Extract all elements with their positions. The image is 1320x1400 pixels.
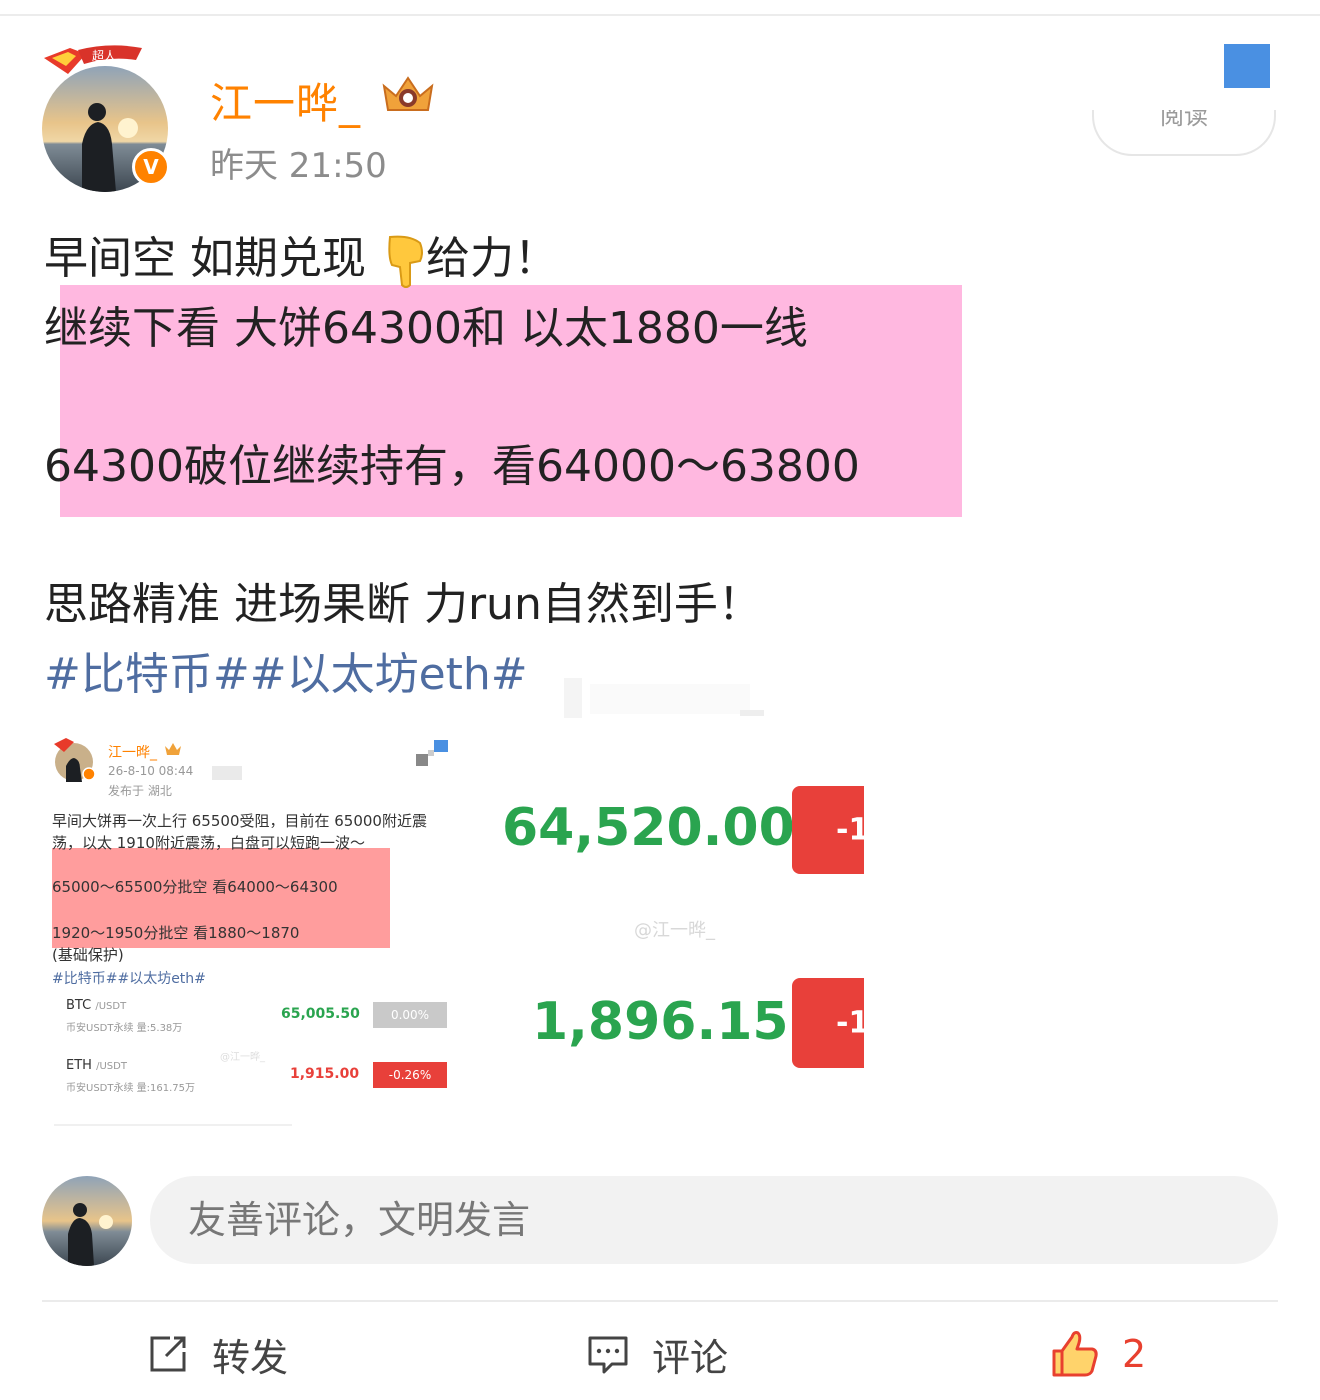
btc-symbol: BTC /USDT — [66, 998, 126, 1013]
repost-icon — [150, 1336, 186, 1372]
btc-sub: 币安USDT永续 量:5.38万 — [66, 1023, 183, 1034]
comment-icon — [588, 1336, 628, 1374]
post-line-3: 64300破位继续持有，看64000～63800 — [44, 441, 860, 492]
eth-change: -0.26% — [373, 1062, 447, 1088]
embedded-author: 江一晔_ — [108, 745, 157, 761]
comment-button[interactable]: 评论 — [586, 1324, 728, 1384]
post-line-1-tail: 给力！ — [425, 233, 558, 284]
eth-big-price: 1,896.15 — [532, 992, 789, 1052]
embedded-divider — [54, 1124, 292, 1126]
embedded-blur — [212, 766, 242, 780]
top-divider — [0, 14, 1320, 16]
like-count: 2 — [1122, 1332, 1147, 1376]
embedded-screenshot[interactable]: 江一晔_ 26-8-10 08:44 发布于 湖北 早间大饼再一次上行 6550… — [40, 726, 864, 1136]
eth-red-text: -1 — [836, 1005, 864, 1041]
embedded-crown-icon — [165, 743, 181, 755]
eth-symbol: ETH /USDT — [66, 1058, 127, 1073]
btc-quote: /USDT — [95, 1001, 127, 1012]
eth-red-block: -1 — [792, 978, 864, 1068]
embedded-location: 发布于 湖北 — [108, 784, 172, 798]
like-button[interactable]: 2 — [1050, 1324, 1146, 1384]
read-label: 阅读 — [1160, 110, 1208, 130]
crown-icon — [382, 76, 434, 111]
my-avatar[interactable] — [42, 1176, 132, 1266]
embedded-text-4: 1920～1950分批空 看1880～1870 — [52, 924, 300, 942]
eth-quote: /USDT — [96, 1061, 127, 1072]
post-time: 昨天 21:50 — [210, 146, 387, 186]
post-line-1: 早间空 如期兑现 给力！ — [44, 222, 558, 289]
verified-badge-icon: V — [132, 148, 170, 186]
post-line-2: 继续下看 大饼64300和 以太1880一线 — [44, 303, 808, 354]
corner-blue-marker — [1224, 44, 1270, 88]
pointing-down-hand-icon — [388, 235, 423, 288]
center-watermark: @江一晔_ — [634, 920, 715, 941]
superman-badge-icon: 超人 — [44, 45, 142, 74]
faint-artifact — [564, 678, 764, 718]
btc-symbol-text: BTC — [66, 998, 92, 1013]
btc-change: 0.00% — [373, 1002, 447, 1028]
embedded-text-3: 65000～65500分批空 看64000～64300 — [52, 878, 338, 896]
eth-sub: 币安USDT永续 量:161.75万 — [66, 1083, 196, 1094]
embedded-corner-icon — [416, 740, 448, 766]
eth-price: 1,915.00 — [290, 1066, 360, 1082]
comment-input[interactable] — [150, 1176, 1278, 1264]
repost-button[interactable]: 转发 — [146, 1324, 288, 1384]
author-name[interactable]: 江一晔_ — [210, 70, 361, 131]
embedded-text-1: 早间大饼再一次上行 65500受阻，目前在 65000附近震 — [52, 812, 427, 830]
embedded-small-watermark: @江一晔_ — [220, 1052, 265, 1063]
btc-red-block: -1 — [792, 786, 864, 874]
author-avatar-group[interactable]: 超人 V — [40, 44, 172, 192]
comment-label: 评论 — [652, 1335, 729, 1380]
actions-divider — [42, 1300, 1278, 1302]
embedded-avatar — [54, 738, 96, 782]
post-line-1-text: 早间空 如期兑现 — [44, 233, 380, 284]
embedded-hashtags: #比特币##以太坊eth# — [52, 971, 206, 987]
post-line-4: 思路精准 进场果断 力run自然到手！ — [44, 579, 762, 630]
embedded-text-2: 荡，以太 1910附近震荡，白盘可以短跑一波～ — [52, 834, 365, 852]
thumbs-up-icon — [1052, 1331, 1098, 1377]
post-hashtags[interactable]: #比特币##以太坊eth# — [44, 638, 528, 702]
btc-big-price: 64,520.00 — [502, 798, 795, 858]
embedded-text-5: (基础保护) — [52, 946, 124, 964]
embedded-time: 26-8-10 08:44 — [108, 764, 194, 778]
repost-label: 转发 — [212, 1335, 289, 1380]
btc-price: 65,005.50 — [281, 1006, 360, 1022]
read-count-button[interactable]: 阅读 — [1092, 110, 1276, 156]
eth-symbol-text: ETH — [66, 1058, 92, 1073]
btc-red-text: -1 — [836, 812, 864, 848]
svg-text:超人: 超人 — [92, 48, 116, 63]
